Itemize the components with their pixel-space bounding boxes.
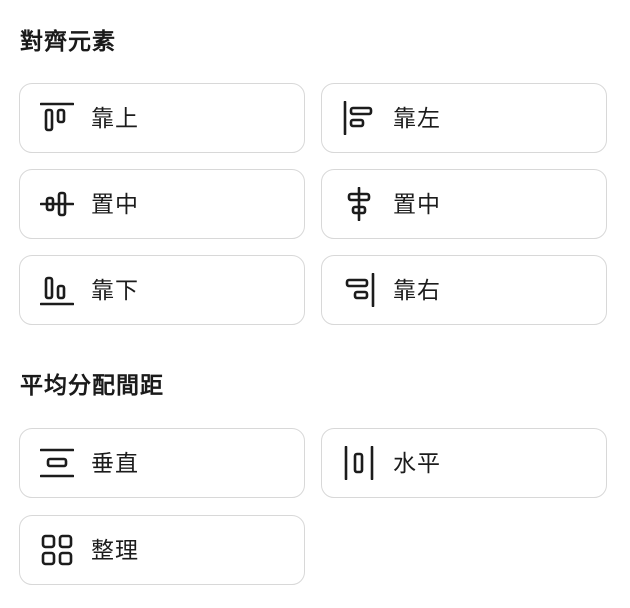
align-center-horizontal-icon: [342, 187, 376, 221]
align-left-label: 靠左: [393, 106, 441, 132]
align-center-horizontal-button[interactable]: 置中: [321, 169, 607, 239]
align-center-vertical-icon: [40, 187, 74, 221]
align-top-icon: [40, 101, 74, 135]
align-left-icon: [342, 101, 376, 135]
align-center-vertical-label: 置中: [91, 192, 139, 218]
tidy-grid-icon: [40, 533, 74, 567]
distribute-vertical-label: 垂直: [91, 451, 139, 477]
distribute-section-title: 平均分配間距: [20, 373, 164, 399]
align-bottom-label: 靠下: [91, 278, 139, 304]
align-bottom-icon: [40, 273, 74, 307]
align-bottom-button[interactable]: 靠下: [19, 255, 305, 325]
align-top-label: 靠上: [91, 106, 139, 132]
align-right-label: 靠右: [393, 278, 441, 304]
distribute-horizontal-icon: [342, 446, 376, 480]
align-section-title: 對齊元素: [20, 29, 116, 55]
distribute-horizontal-label: 水平: [393, 451, 441, 477]
align-right-icon: [342, 273, 376, 307]
align-left-button[interactable]: 靠左: [321, 83, 607, 153]
distribute-vertical-icon: [40, 446, 74, 480]
distribute-vertical-button[interactable]: 垂直: [19, 428, 305, 498]
distribute-horizontal-button[interactable]: 水平: [321, 428, 607, 498]
align-center-vertical-button[interactable]: 置中: [19, 169, 305, 239]
tidy-button[interactable]: 整理: [19, 515, 305, 585]
align-right-button[interactable]: 靠右: [321, 255, 607, 325]
tidy-label: 整理: [91, 538, 139, 564]
align-center-horizontal-label: 置中: [393, 192, 441, 218]
align-top-button[interactable]: 靠上: [19, 83, 305, 153]
